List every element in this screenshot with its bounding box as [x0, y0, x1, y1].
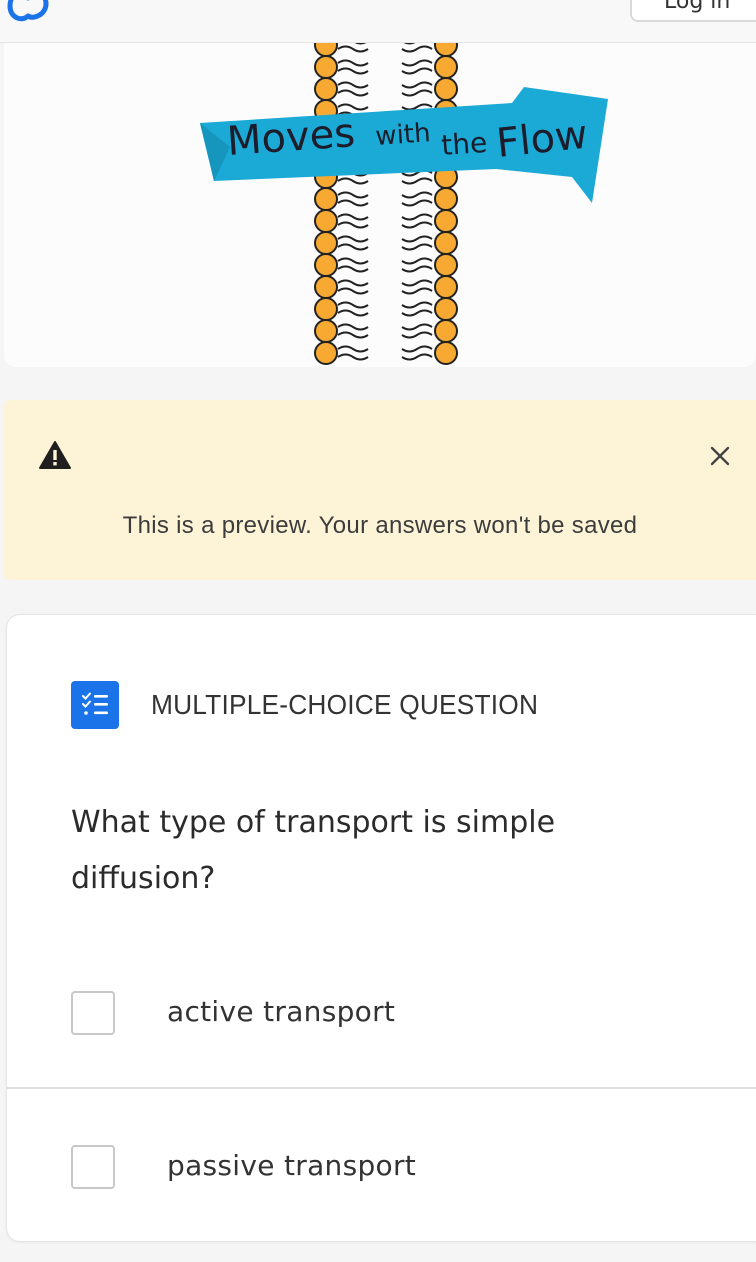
warning-icon	[39, 441, 71, 469]
option-checkbox[interactable]	[71, 1145, 115, 1189]
banner-word-flow: Flow	[494, 112, 590, 167]
banner-word-the: the	[440, 126, 488, 162]
top-bar: Log in	[0, 0, 756, 43]
preview-notice-text: This is a preview. Your answers won't be…	[122, 512, 638, 539]
preview-notice: This is a preview. Your answers won't be…	[4, 400, 756, 580]
close-icon[interactable]	[704, 440, 736, 472]
flow-banner: Moves with the Flow	[200, 87, 608, 203]
hero-image: Moves with the Flow	[4, 43, 756, 367]
banner-word-moves: Moves	[225, 110, 356, 165]
checklist-icon	[71, 681, 119, 729]
brand-logo-icon[interactable]	[6, 0, 52, 26]
login-button[interactable]: Log in	[630, 0, 756, 22]
membrane-illustration: Moves with the Flow	[200, 43, 608, 365]
option-checkbox[interactable]	[71, 991, 115, 1035]
lipid-bilayer	[314, 43, 458, 365]
answer-option-active-transport[interactable]: active transport	[7, 935, 756, 1089]
banner-word-with: with	[374, 118, 431, 152]
option-label: passive transport	[167, 1149, 417, 1182]
option-label: active transport	[167, 995, 396, 1028]
answer-option-passive-transport[interactable]: passive transport	[7, 1089, 756, 1241]
question-card: MULTIPLE-CHOICE QUESTION What type of tr…	[6, 614, 756, 1242]
question-text: What type of transport is simple diffusi…	[71, 805, 556, 896]
question-type-label: MULTIPLE-CHOICE QUESTION	[151, 689, 539, 720]
